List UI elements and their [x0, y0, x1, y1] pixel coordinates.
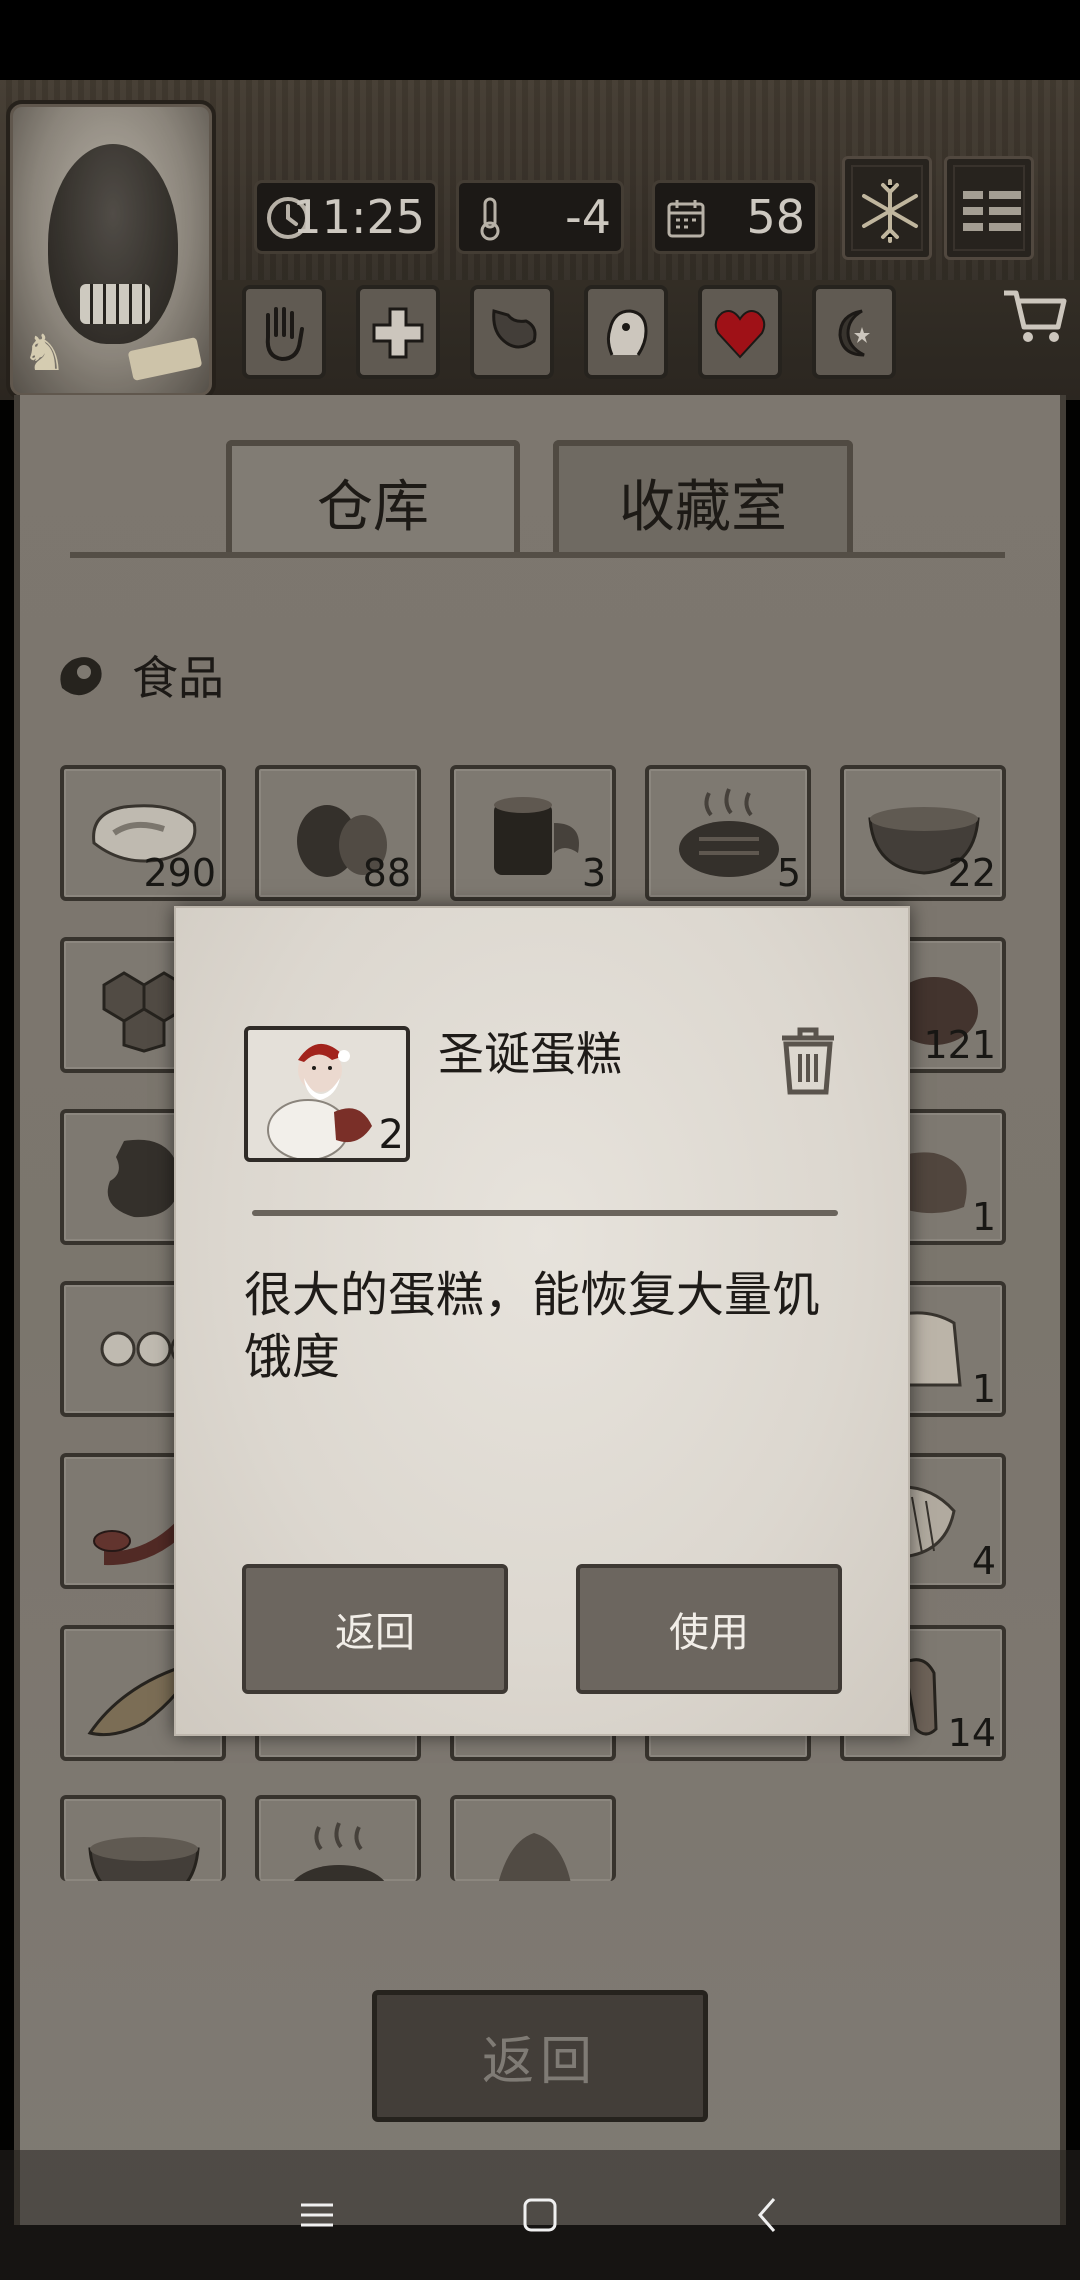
home-icon[interactable] [520, 2195, 560, 2235]
item-description: 很大的蛋糕，能恢复大量饥饿度 [244, 1267, 821, 1385]
dialog-back-button[interactable]: 返回 [242, 1564, 508, 1694]
system-nav-bar [0, 2150, 1080, 2280]
item-name: 圣诞蛋糕 [438, 1027, 622, 1081]
back-icon[interactable] [748, 2195, 788, 2235]
recents-icon[interactable] [297, 2195, 337, 2235]
dialog-use-button[interactable]: 使用 [576, 1564, 842, 1694]
item-count: 2 [378, 1112, 404, 1158]
item-dialog: 2 圣诞蛋糕 很大的蛋糕，能恢复大量饥饿度 返回 使用 [174, 906, 910, 1736]
status-bar [0, 0, 1080, 80]
item-preview: 2 [244, 1026, 410, 1162]
dialog-separator [252, 1210, 838, 1216]
trash-icon[interactable] [776, 1026, 840, 1096]
